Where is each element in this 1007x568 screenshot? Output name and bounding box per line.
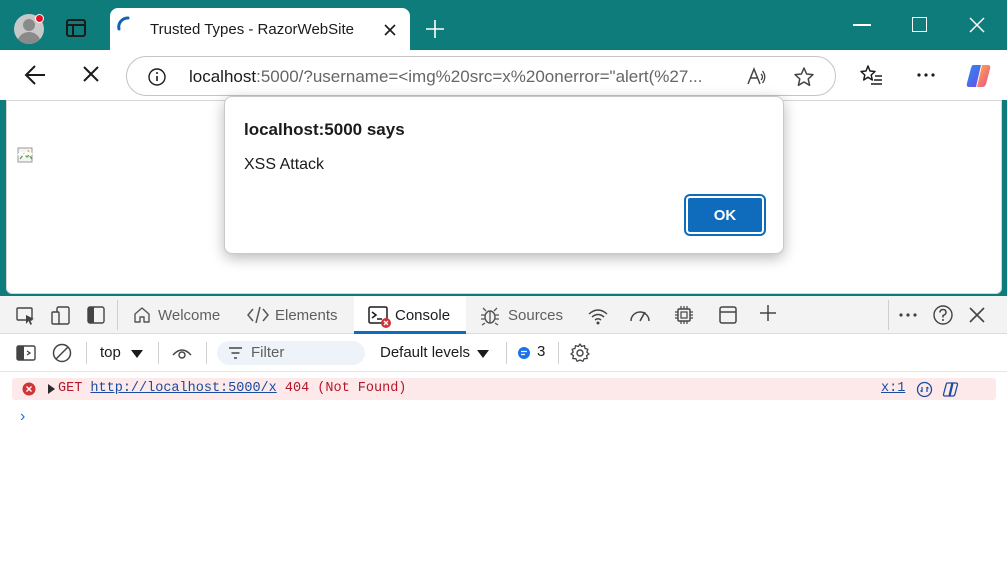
network-icon[interactable]	[587, 305, 609, 327]
tab-actions-icon[interactable]	[64, 16, 88, 40]
address-bar[interactable]: localhost:5000/?username=<img%20src=x%20…	[126, 56, 836, 96]
url-host: localhost	[189, 67, 257, 86]
divider	[86, 342, 87, 364]
expand-triangle-icon[interactable]	[48, 384, 55, 394]
devtools-panel: Welcome Elements Console Sources top Fil…	[0, 296, 1007, 568]
favorite-star-icon[interactable]	[793, 66, 815, 88]
console-settings-gear-icon[interactable]	[569, 342, 591, 364]
more-tools-icon[interactable]	[757, 302, 779, 324]
alert-dialog: localhost:5000 says XSS Attack OK	[224, 96, 784, 254]
broken-image-icon	[17, 147, 33, 163]
copilot-explain-icon[interactable]	[942, 381, 960, 398]
loading-icon	[117, 16, 130, 31]
application-icon[interactable]	[717, 304, 739, 326]
browser-toolbar: localhost:5000/?username=<img%20src=x%20…	[0, 50, 1007, 100]
error-text: GET http://localhost:5000/x 404 (Not Fou…	[58, 381, 406, 396]
http-status: 404 (Not Found)	[284, 381, 407, 396]
issues-icon[interactable]	[517, 346, 531, 360]
device-emulation-icon[interactable]	[50, 305, 72, 327]
help-icon[interactable]	[932, 304, 954, 326]
filter-placeholder: Filter	[251, 344, 285, 361]
stop-loading-icon[interactable]	[79, 62, 105, 88]
toggle-sidebar-icon[interactable]	[85, 304, 107, 326]
error-icon	[22, 382, 36, 396]
close-tab-icon[interactable]	[382, 22, 398, 38]
divider	[158, 342, 159, 364]
tab-label: Elements	[275, 307, 338, 324]
devtools-tab-bar: Welcome Elements Console Sources	[0, 296, 1007, 334]
issues-count[interactable]: 3	[537, 343, 545, 360]
dialog-title: localhost:5000 says	[244, 120, 405, 139]
console-toolbar: top Filter Default levels 3	[0, 334, 1007, 372]
bug-icon	[481, 307, 499, 326]
memory-icon[interactable]	[673, 304, 695, 326]
favorites-icon[interactable]	[859, 63, 885, 89]
http-method: GET	[58, 381, 83, 396]
tab-label: Sources	[508, 307, 564, 324]
live-expression-eye-icon[interactable]	[171, 342, 193, 364]
tab-label: Console	[395, 307, 451, 324]
tab-welcome[interactable]: Welcome	[124, 296, 232, 334]
search-issue-icon[interactable]	[916, 381, 933, 398]
notification-dot	[35, 14, 44, 23]
divider	[888, 300, 889, 330]
filter-icon	[229, 347, 242, 359]
console-icon	[368, 306, 391, 328]
ok-button[interactable]: OK	[684, 194, 766, 236]
tab-label: Welcome	[158, 307, 221, 324]
copilot-icon[interactable]	[964, 61, 994, 91]
divider	[506, 342, 507, 364]
site-info-icon[interactable]	[147, 67, 167, 87]
dialog-message: XSS Attack	[244, 156, 325, 173]
console-sidebar-icon[interactable]	[15, 342, 37, 364]
maximize-icon[interactable]	[912, 17, 927, 32]
tab-elements[interactable]: Elements	[238, 296, 346, 334]
home-icon	[134, 307, 150, 323]
log-levels-dropdown[interactable]: Default levels	[380, 344, 470, 361]
error-url-link[interactable]: http://localhost:5000/x	[90, 381, 276, 396]
read-aloud-icon[interactable]	[745, 66, 767, 88]
tab-console[interactable]: Console	[354, 296, 466, 334]
inspect-element-icon[interactable]	[15, 305, 37, 327]
customize-devtools-icon[interactable]	[897, 304, 919, 326]
new-tab-icon[interactable]	[424, 18, 446, 40]
performance-icon[interactable]	[629, 305, 651, 327]
tab-title: Trusted Types - RazorWebSite	[150, 21, 354, 38]
close-devtools-icon[interactable]	[966, 304, 988, 326]
browser-tab[interactable]: Trusted Types - RazorWebSite	[110, 8, 410, 51]
back-arrow-icon[interactable]	[23, 62, 49, 88]
code-icon	[247, 306, 269, 324]
source-link[interactable]: x:1	[881, 381, 905, 396]
divider	[206, 342, 207, 364]
window-close-icon[interactable]	[968, 16, 986, 34]
title-bar: Trusted Types - RazorWebSite	[0, 0, 1007, 51]
clear-console-icon[interactable]	[51, 342, 73, 364]
chevron-down-icon[interactable]	[130, 348, 144, 360]
filter-input[interactable]: Filter	[217, 341, 365, 365]
minimize-icon[interactable]	[853, 24, 871, 26]
chevron-down-icon[interactable]	[476, 348, 490, 360]
console-error-message[interactable]: GET http://localhost:5000/x 404 (Not Fou…	[12, 378, 996, 400]
divider	[117, 300, 118, 330]
url-path: :5000/?username=<img%20src=x%20onerror="…	[256, 67, 703, 86]
context-selector[interactable]: top	[100, 344, 121, 361]
url-text[interactable]: localhost:5000/?username=<img%20src=x%20…	[189, 67, 734, 87]
tab-sources[interactable]: Sources	[472, 296, 572, 334]
more-options-icon[interactable]	[913, 62, 939, 88]
console-prompt-chevron[interactable]: ›	[20, 408, 25, 426]
divider	[558, 342, 559, 364]
